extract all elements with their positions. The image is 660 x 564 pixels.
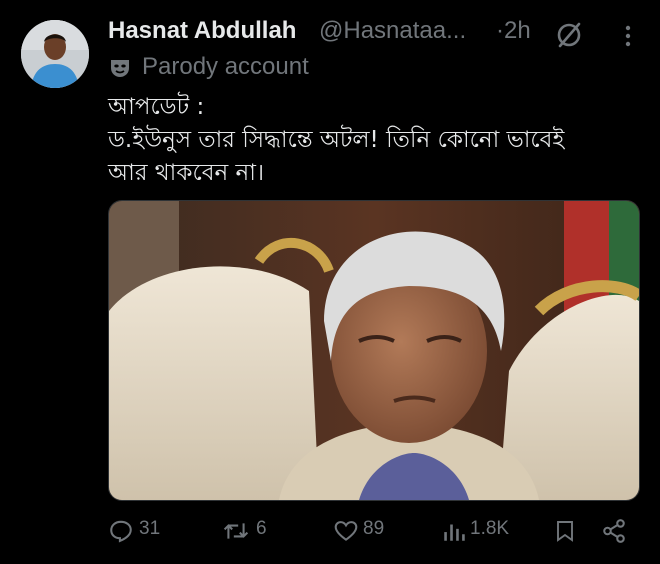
tweet-text-line: আর থাকবেন না।	[108, 160, 265, 186]
more-icon[interactable]	[616, 24, 640, 48]
tweet-photo[interactable]	[108, 200, 640, 501]
views-icon	[444, 524, 465, 541]
mask-icon	[111, 60, 129, 77]
tweet-text-line: ড.ইউনুস তার সিদ্ধান্তে অটল! তিনি কোনো ভা…	[108, 127, 565, 153]
reply-count: 31	[139, 518, 161, 539]
timestamp[interactable]: ·2h	[496, 17, 531, 45]
like-button[interactable]: 89	[333, 514, 393, 548]
repost-count: 6	[256, 518, 267, 539]
share-icon	[603, 519, 625, 543]
tweet[interactable]: Hasnat Abdullah @Hasnataa... ·2h Parody …	[0, 0, 660, 564]
timestamp-value: 2h	[504, 17, 531, 44]
reply-icon	[110, 520, 132, 543]
author-name[interactable]: Hasnat Abdullah	[108, 17, 296, 45]
parody-label: Parody account	[142, 53, 309, 80]
tweet-actions: 31 6 89 1.8K	[108, 514, 638, 548]
views-button[interactable]: 1.8K	[441, 514, 521, 548]
share-button[interactable]	[601, 514, 629, 548]
repost-button[interactable]: 6	[221, 514, 281, 548]
like-count: 89	[363, 518, 385, 539]
views-count: 1.8K	[470, 518, 510, 539]
grok-icon[interactable]	[554, 20, 584, 50]
tweet-text-line: আপডেট :	[108, 94, 205, 120]
tweet-header: Hasnat Abdullah @Hasnataa... ·2h	[108, 14, 648, 54]
bookmark-button[interactable]	[553, 514, 579, 548]
repost-icon	[223, 523, 249, 539]
tweet-text: আপডেট : ড.ইউনুস তার সিদ্ধান্তে অটল! তিনি…	[108, 91, 638, 190]
like-icon	[334, 521, 358, 541]
avatar[interactable]	[21, 20, 89, 88]
reply-button[interactable]: 31	[108, 514, 168, 548]
bookmark-icon	[557, 521, 573, 542]
author-handle[interactable]: @Hasnataa...	[319, 17, 487, 45]
